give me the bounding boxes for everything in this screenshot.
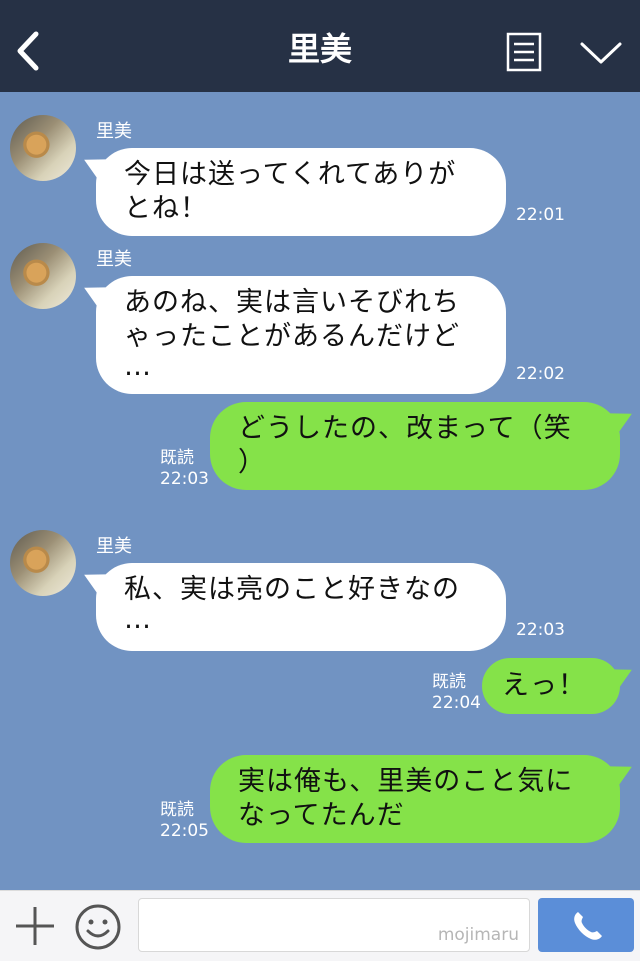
call-button[interactable] <box>538 898 634 952</box>
sender-name: 里美 <box>96 536 132 557</box>
plus-icon <box>16 907 54 945</box>
phone-icon <box>574 912 602 940</box>
read-label: 既読 <box>160 448 194 468</box>
message-bubble[interactable]: どうしたの、改まって（笑 ） <box>210 402 620 490</box>
menu-button[interactable] <box>506 32 542 72</box>
message-input[interactable]: mojimaru <box>138 898 530 952</box>
back-button[interactable] <box>14 30 44 72</box>
watermark-text: mojimaru <box>437 925 519 945</box>
read-status: 既読 22:03 <box>160 448 209 490</box>
message-line: 私、実は亮のこと好きなの <box>124 574 460 605</box>
message-line: 実は俺も、里美のこと気に <box>238 766 574 797</box>
read-label: 既読 <box>432 672 466 692</box>
message-line: なってたんだ <box>238 800 405 831</box>
sender-name: 里美 <box>96 249 132 270</box>
chat-title: 里美 <box>287 30 352 68</box>
message-time: 22:05 <box>160 821 209 841</box>
message-time: 22:02 <box>516 364 565 384</box>
message-bubble[interactable]: えっ！ <box>482 658 620 714</box>
read-label: 既読 <box>160 800 194 820</box>
message-time: 22:04 <box>432 693 481 713</box>
chat-header: 里美 <box>0 0 640 92</box>
message-line: ゃったことがあるんだけど <box>124 321 460 352</box>
emoji-button[interactable] <box>74 903 122 951</box>
chat-area[interactable]: 里美 今日は送ってくれてありが とね！ 22:01 里美 あのね、実は言いそびれ… <box>0 92 640 890</box>
message-bubble[interactable]: 私、実は亮のこと好きなの … <box>96 563 506 651</box>
message-bubble[interactable]: 実は俺も、里美のこと気に なってたんだ <box>210 755 620 843</box>
message-bubble[interactable]: あのね、実は言いそびれち ゃったことがあるんだけど … <box>96 276 506 394</box>
chevron-down-icon <box>580 42 622 64</box>
emoji-icon <box>75 904 121 950</box>
collapse-button[interactable] <box>578 38 624 68</box>
avatar[interactable] <box>10 115 76 181</box>
message-time: 22:01 <box>516 205 565 225</box>
message-time: 22:03 <box>516 620 565 640</box>
sender-name: 里美 <box>96 121 132 142</box>
message-bubble[interactable]: 今日は送ってくれてありが とね！ <box>96 148 506 236</box>
message-composer: mojimaru <box>0 890 640 961</box>
read-status: 既読 22:04 <box>432 672 481 714</box>
avatar[interactable] <box>10 530 76 596</box>
message-line: どうしたの、改まって（笑 <box>238 413 572 444</box>
back-icon <box>17 31 39 71</box>
add-attachment-button[interactable] <box>14 905 56 947</box>
message-line: 今日は送ってくれてありが <box>124 159 457 190</box>
avatar[interactable] <box>10 243 76 309</box>
message-line: … <box>124 351 152 382</box>
message-line: … <box>124 604 152 635</box>
message-line: あのね、実は言いそびれち <box>124 287 460 318</box>
message-line: えっ！ <box>502 670 586 701</box>
message-time: 22:03 <box>160 469 209 489</box>
read-status: 既読 22:05 <box>160 800 209 842</box>
menu-icon <box>506 32 542 72</box>
message-line: ） <box>238 447 266 478</box>
message-line: とね！ <box>124 193 208 224</box>
